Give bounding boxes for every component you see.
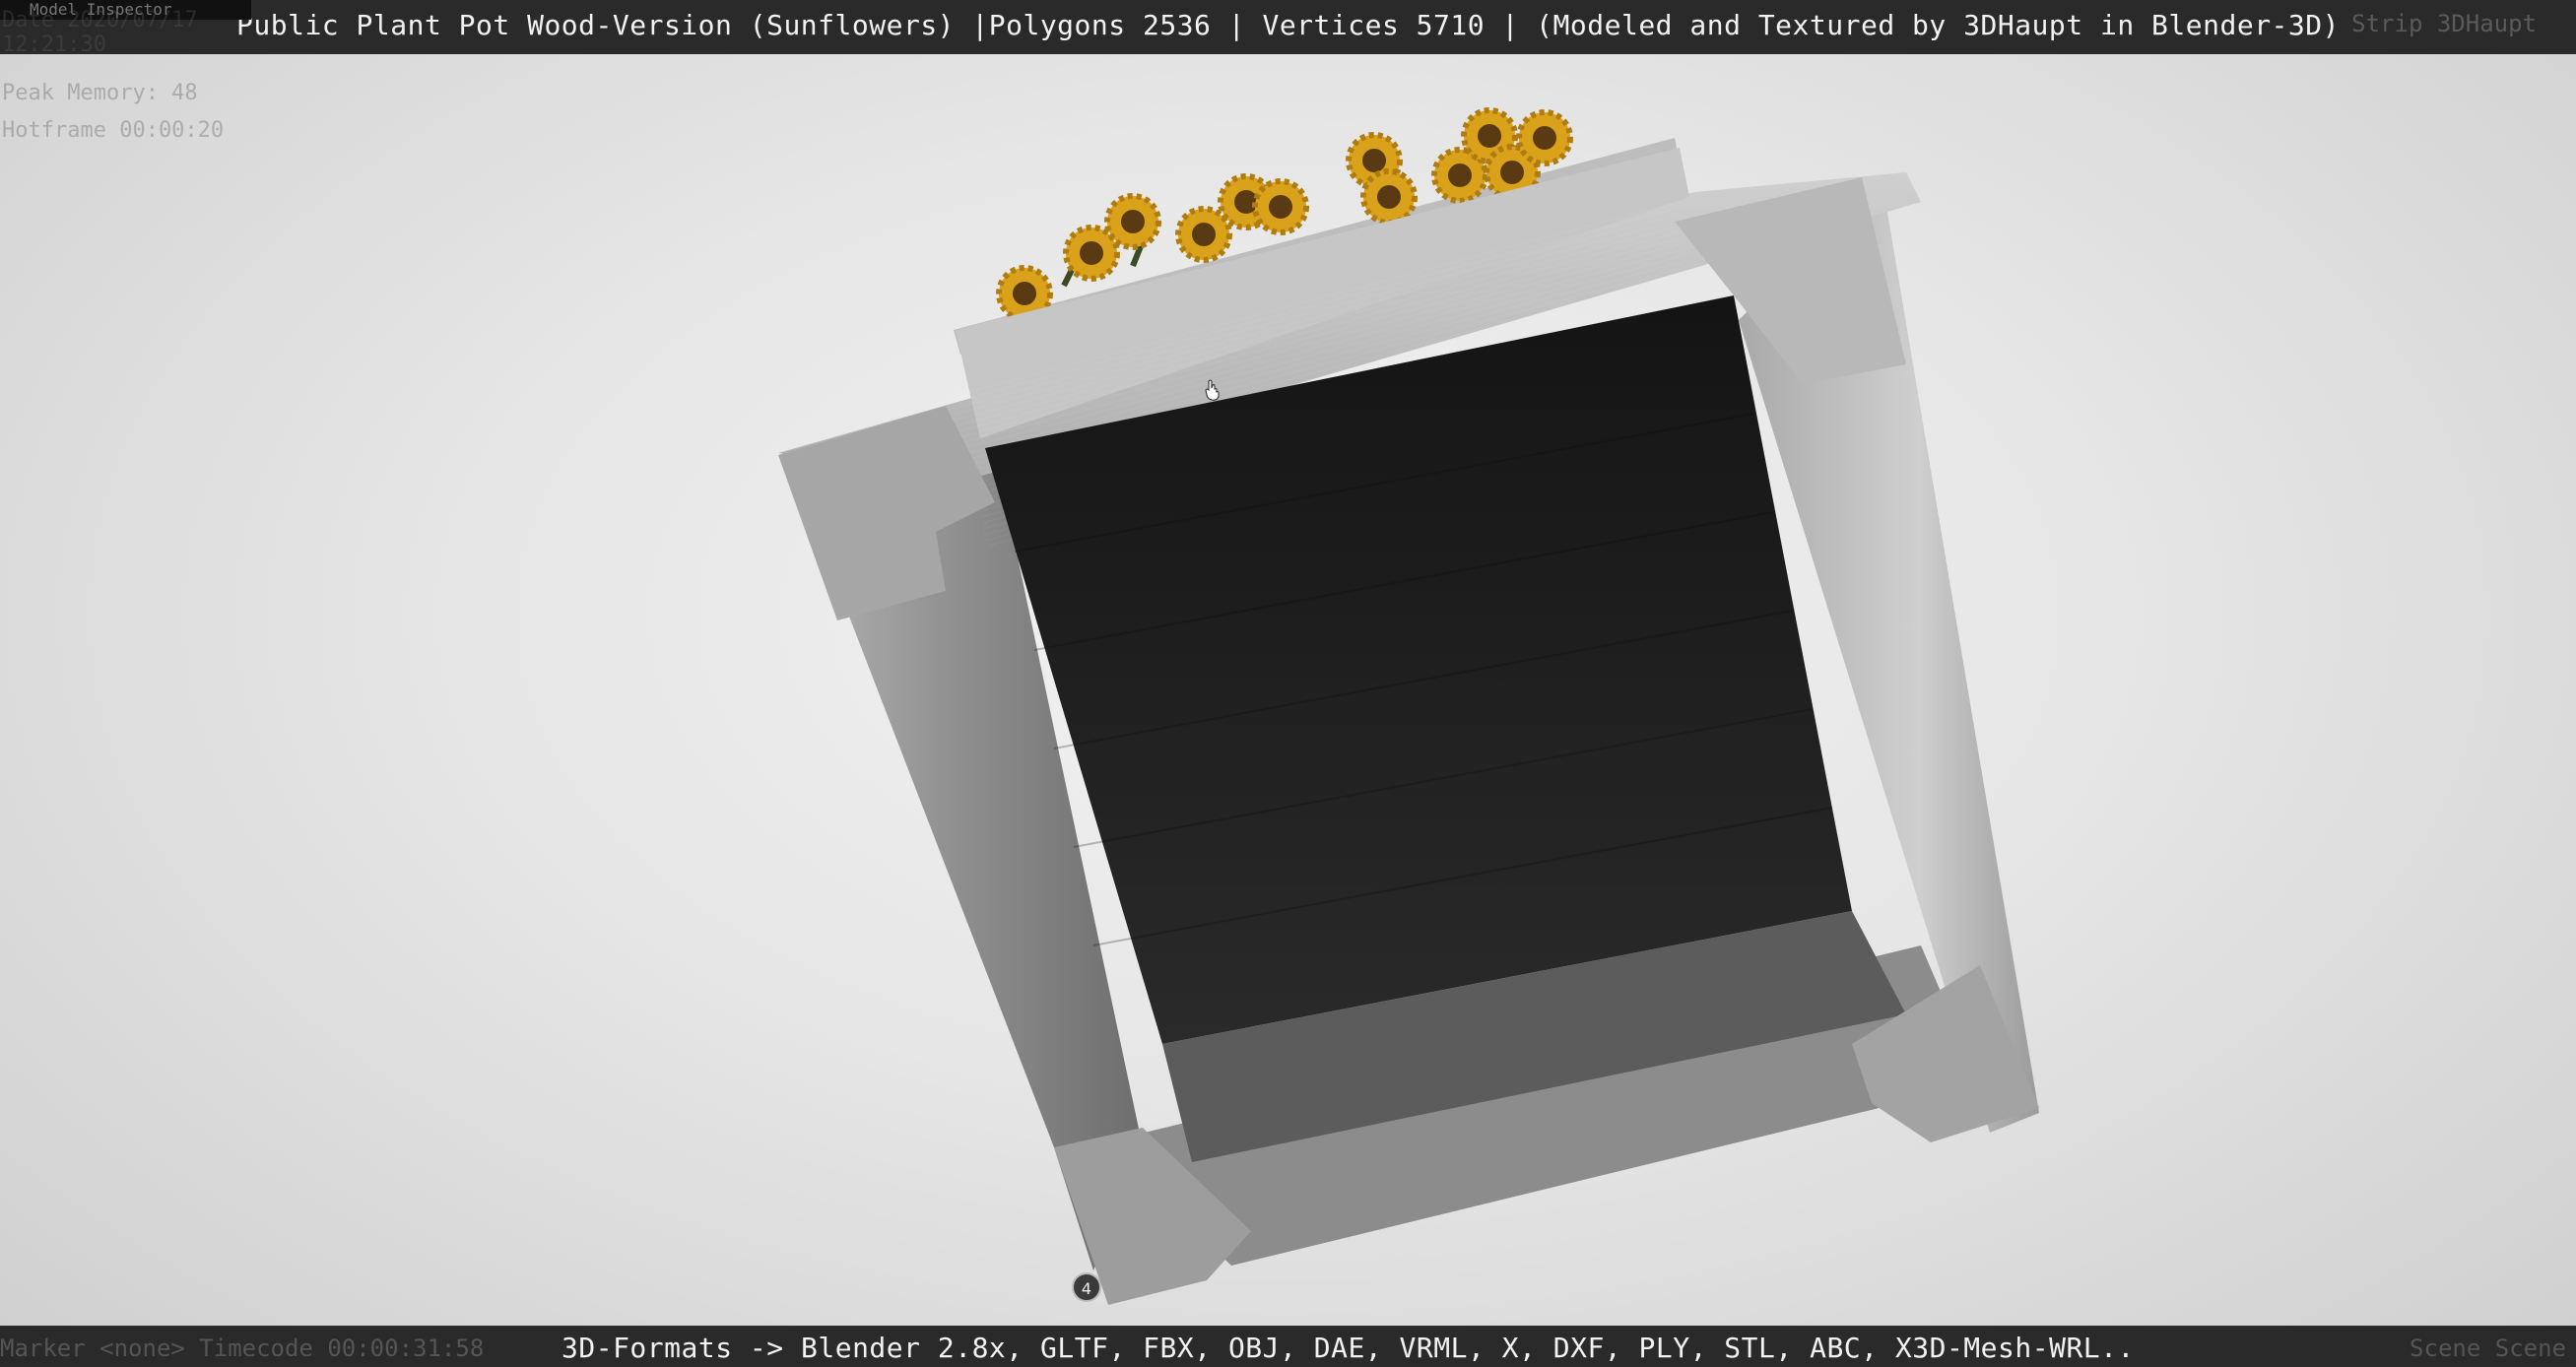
cursor-hand-icon [1205, 379, 1220, 401]
title-bar: Public Plant Pot Wood-Version (Sunflower… [0, 0, 2576, 54]
watermark-text: Strip 3DHaupt [2351, 10, 2537, 37]
video-title: Public Plant Pot Wood-Version (Sunflower… [236, 9, 2340, 41]
footer-bar: Marker <none> Timecode 00:00:31:58 3D-Fo… [0, 1326, 2576, 1367]
overlay-line: Date 2020/07/17 12:21:30 [2, 8, 198, 57]
plant-pot-render [778, 54, 2039, 1305]
timecode-text: Marker <none> Timecode 00:00:31:58 [0, 1334, 485, 1362]
3d-viewport[interactable]: 4 [0, 54, 2576, 1326]
timeline-marker-badge: 4 [1072, 1272, 1101, 1302]
formats-text: 3D-Formats -> Blender 2.8x, GLTF, FBX, O… [561, 1332, 2135, 1364]
scene-text: Scene Scene [2410, 1334, 2566, 1362]
